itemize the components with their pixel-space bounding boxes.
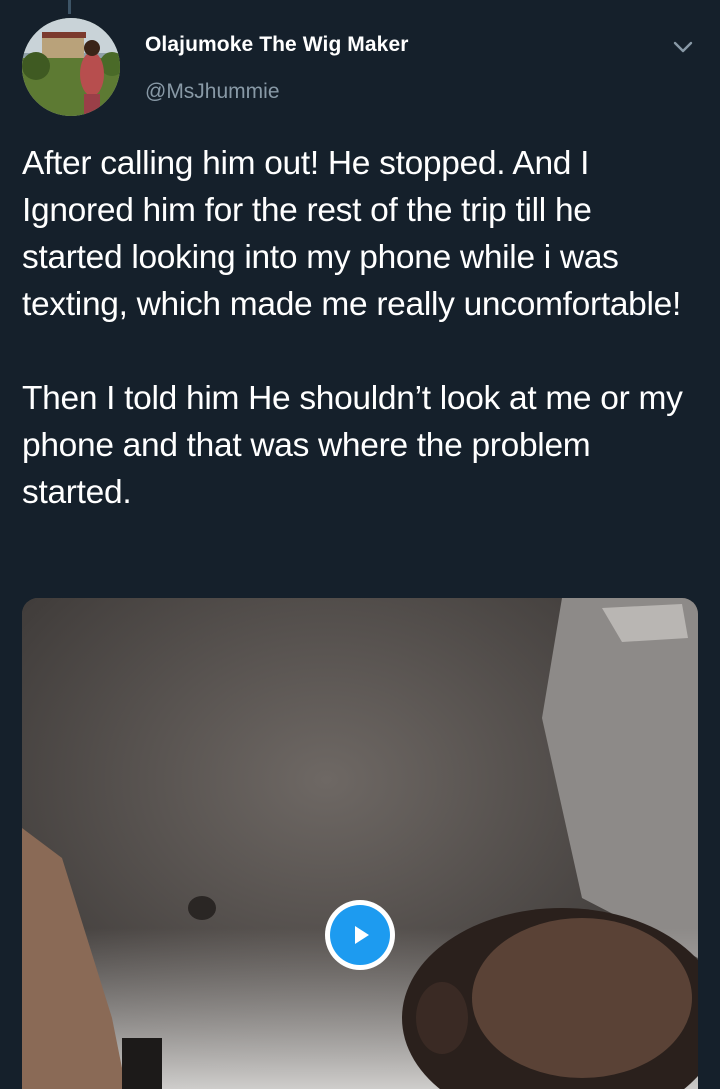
tweet-text: After calling him out! He stopped. And I… <box>22 140 692 516</box>
video-thumbnail[interactable] <box>22 598 698 1089</box>
play-icon <box>330 905 390 965</box>
video-frame <box>22 598 698 1089</box>
chevron-down-icon[interactable] <box>672 36 694 58</box>
author-name[interactable]: Olajumoke The Wig Maker <box>145 33 409 57</box>
avatar[interactable] <box>22 18 120 116</box>
avatar-photo <box>22 18 120 116</box>
author-handle[interactable]: @MsJhummie <box>145 80 280 104</box>
tweet-paragraph: Then I told him He shouldn’t look at me … <box>22 380 683 511</box>
tweet-card: Olajumoke The Wig Maker @MsJhummie After… <box>0 0 720 1089</box>
thread-connector <box>68 0 71 14</box>
play-button[interactable] <box>325 900 395 970</box>
tweet-paragraph: After calling him out! He stopped. And I… <box>22 145 681 323</box>
